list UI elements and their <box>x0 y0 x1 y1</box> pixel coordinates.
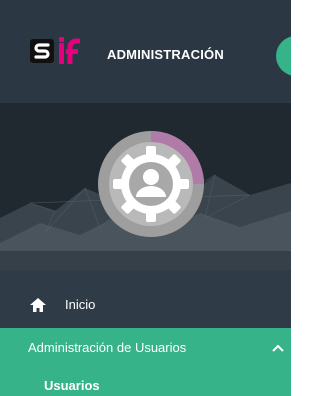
sidebar-subitem-usuarios[interactable]: Usuarios <box>44 378 100 393</box>
sidebar-item-label: Administración de Usuarios <box>28 340 187 355</box>
sidebar-item-inicio[interactable]: Inicio <box>0 270 291 328</box>
sidebar-nav: Inicio <box>0 270 291 328</box>
profile-banner <box>0 103 291 270</box>
sidebar-item-admin-usuarios[interactable]: Administración de Usuarios Usuarios <box>0 328 291 396</box>
home-icon <box>30 298 46 312</box>
sidebar-header: ADMINISTRACIÓN <box>0 0 291 103</box>
sidebar: ADMINISTRACIÓN Inicio Administración de … <box>0 0 291 396</box>
chevron-up-icon[interactable] <box>272 343 284 353</box>
sidebar-item-label: Inicio <box>65 297 96 312</box>
menu-toggle-button[interactable] <box>276 36 291 76</box>
app-title: ADMINISTRACIÓN <box>107 47 224 62</box>
user-profile-avatar[interactable] <box>96 129 206 239</box>
sif-logo[interactable] <box>30 37 94 73</box>
